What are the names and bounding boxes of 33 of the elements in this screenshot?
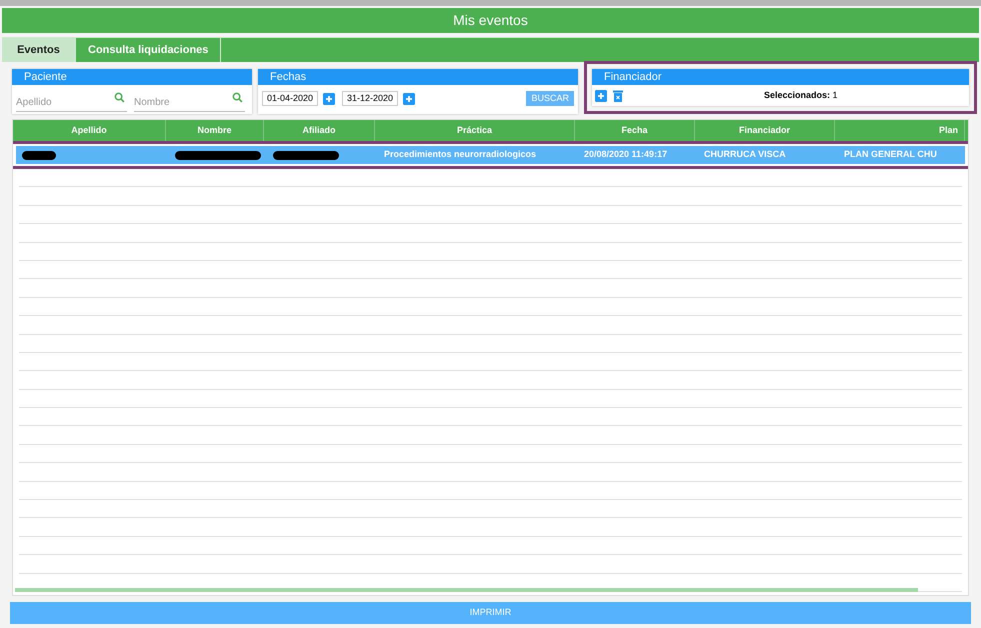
plus-icon[interactable] bbox=[323, 92, 335, 104]
column-header: Nombre bbox=[166, 120, 264, 141]
name-field[interactable]: Nombre bbox=[134, 94, 245, 112]
surname-field[interactable]: Apellido bbox=[16, 94, 127, 112]
selected-count: Seleccionados: 1 bbox=[764, 89, 838, 102]
print-button[interactable]: IMPRIMIR bbox=[10, 602, 971, 624]
column-header: Apellido bbox=[13, 120, 166, 141]
date-field[interactable]: 31-12-2020 bbox=[342, 91, 398, 106]
redaction-bar bbox=[273, 150, 339, 160]
tab[interactable]: Eventos bbox=[2, 38, 76, 62]
panel-title: Fechas bbox=[258, 69, 578, 85]
table-row[interactable]: Procedimientos neurorradiologicos 20/08/2020 11:49:17 CHURRUCA VISCA PLAN GENERAL CHU bbox=[16, 146, 965, 164]
table-cell-text: Procedimientos neurorradiologicos bbox=[384, 148, 536, 162]
search-button[interactable]: BUSCAR bbox=[526, 91, 574, 106]
table-cell-text: CHURRUCA VISCA bbox=[704, 148, 786, 162]
table-cell-text: 20/08/2020 11:49:17 bbox=[584, 148, 668, 162]
column-header: Financiador bbox=[695, 120, 835, 141]
column-header: Fecha bbox=[575, 120, 695, 141]
trash-icon[interactable] bbox=[613, 90, 623, 102]
plus-icon[interactable] bbox=[595, 90, 607, 102]
column-header: Plan bbox=[835, 120, 965, 141]
column-header: Afiliado bbox=[264, 120, 375, 141]
panel-title: Paciente bbox=[12, 69, 252, 85]
search-icon[interactable] bbox=[114, 92, 125, 103]
table-cell-text: PLAN GENERAL CHU bbox=[844, 148, 937, 162]
panel-title: Financiador bbox=[592, 69, 969, 85]
column-header: Práctica bbox=[375, 120, 575, 141]
horizontal-scrollbar[interactable] bbox=[15, 588, 918, 592]
title-bar: Mis eventos bbox=[2, 8, 979, 33]
date-field[interactable]: 01-04-2020 bbox=[262, 91, 318, 106]
redaction-bar bbox=[22, 150, 56, 160]
search-icon[interactable] bbox=[232, 92, 243, 103]
plus-icon[interactable] bbox=[403, 92, 415, 104]
